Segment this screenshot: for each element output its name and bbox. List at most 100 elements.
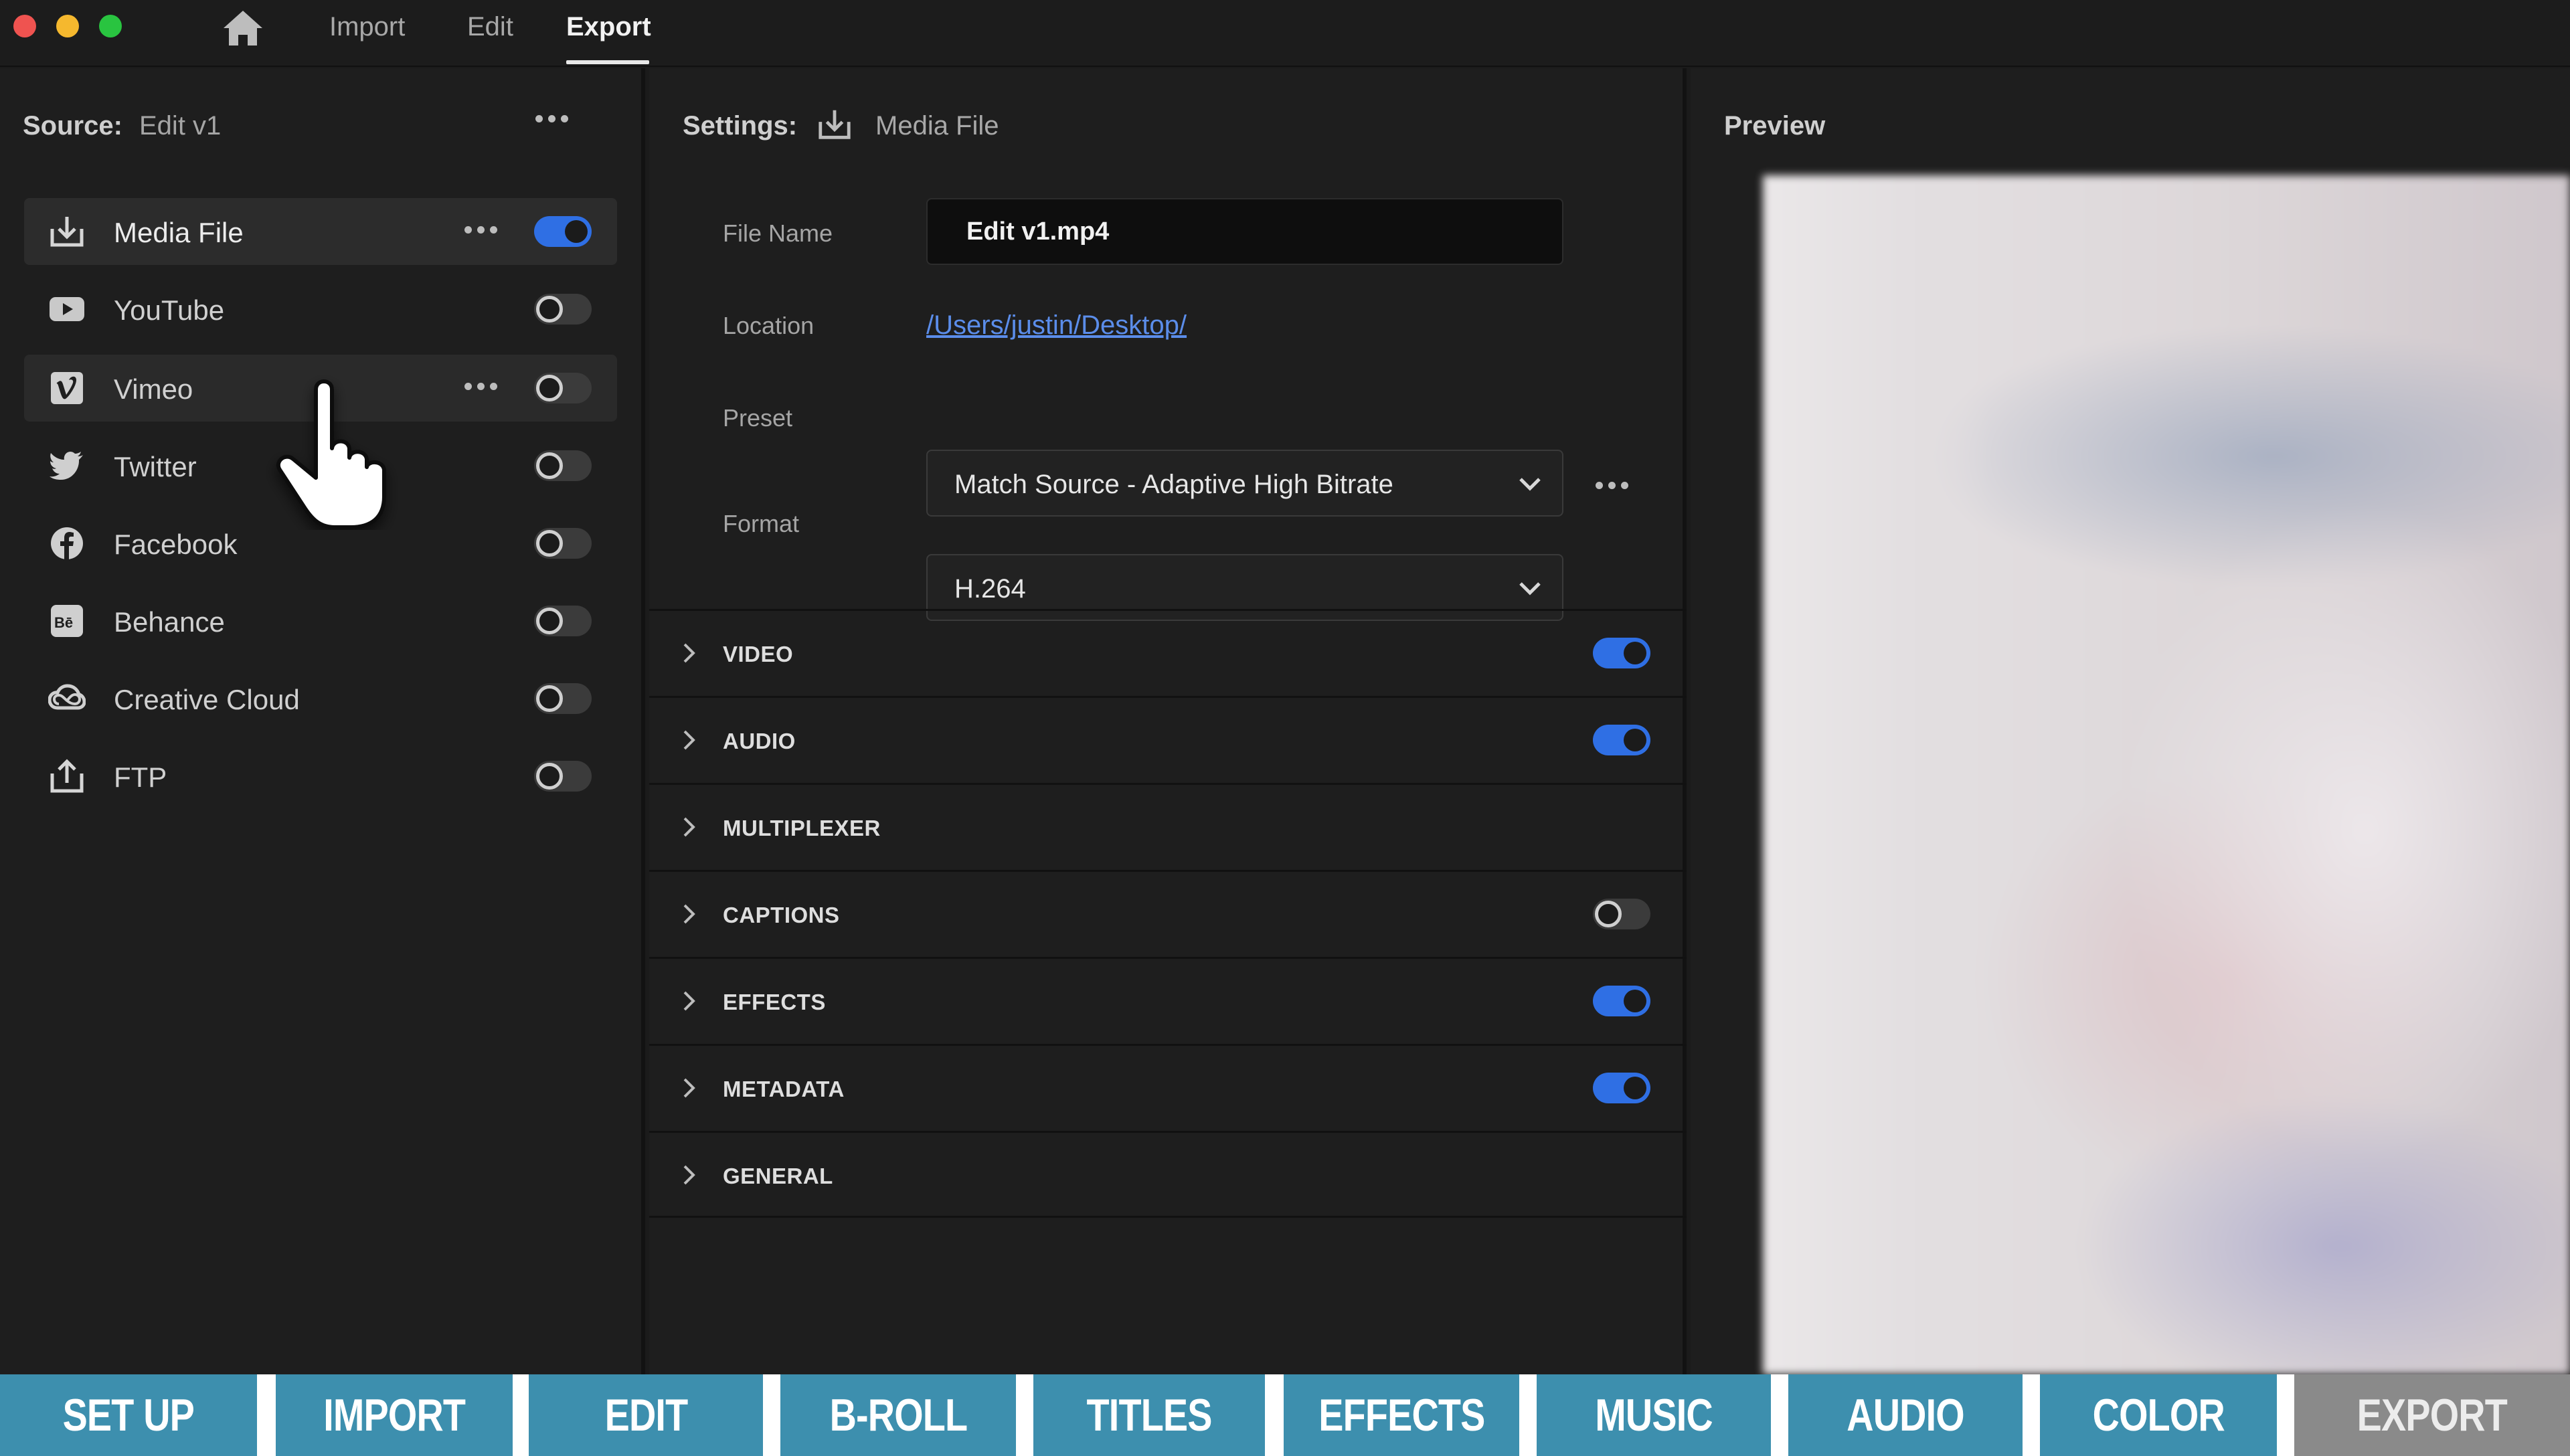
format-value: H.264: [954, 574, 1026, 604]
destination-media-file[interactable]: Media File: [24, 198, 617, 265]
section-toggle[interactable]: [1593, 638, 1650, 668]
preview-panel: Preview: [1691, 68, 2570, 1374]
download-icon: [50, 217, 84, 247]
destination-label: YouTube: [114, 294, 225, 326]
destination-label: FTP: [114, 761, 167, 793]
section-general[interactable]: GENERAL: [649, 1131, 1687, 1218]
settings-sections: VIDEO AUDIO MULTIPLEXER CAPTIONS EFFECTS…: [649, 609, 1687, 1218]
section-toggle[interactable]: [1593, 899, 1650, 929]
preview-image: [1763, 175, 2570, 1374]
section-label: MULTIPLEXER: [723, 816, 881, 840]
destinations-panel: Source: Edit v1 Media File YouTube Vimeo: [0, 68, 645, 1374]
zoom-window-button[interactable]: [99, 15, 122, 37]
destination-label: Twitter: [114, 451, 197, 482]
destination-behance[interactable]: Bē Behance: [24, 587, 617, 654]
destination-creative-cloud[interactable]: Creative Cloud: [24, 665, 617, 732]
section-multiplexer[interactable]: MULTIPLEXER: [649, 783, 1687, 870]
facebook-icon: [51, 527, 83, 559]
destination-toggle[interactable]: [534, 606, 592, 636]
destination-toggle[interactable]: [534, 683, 592, 714]
chevron-right-icon: [683, 643, 695, 663]
section-metadata[interactable]: METADATA: [649, 1044, 1687, 1131]
behance-icon: Bē: [51, 605, 83, 637]
workflow-tab-titles[interactable]: TITLES: [1033, 1374, 1265, 1456]
workflow-tab-import[interactable]: IMPORT: [276, 1374, 513, 1456]
export-settings-panel: Settings: Media File File Name Location …: [649, 68, 1687, 1374]
chevron-down-icon: [1519, 582, 1541, 596]
preview-label: Preview: [1724, 111, 1826, 141]
preset-label: Preset: [723, 404, 793, 432]
top-bar: Import Edit Export: [0, 0, 2570, 67]
chevron-right-icon: [683, 991, 695, 1011]
destination-label: Vimeo: [114, 373, 193, 405]
section-toggle[interactable]: [1593, 1073, 1650, 1103]
preset-more-button[interactable]: [1596, 475, 1628, 495]
destination-toggle[interactable]: [534, 373, 592, 403]
section-label: METADATA: [723, 1077, 845, 1101]
workflow-tab-export[interactable]: EXPORT: [2294, 1374, 2570, 1456]
destination-ftp[interactable]: FTP: [24, 743, 617, 810]
close-window-button[interactable]: [13, 15, 36, 37]
creative-cloud-icon: [48, 684, 86, 710]
destination-label: Facebook: [114, 529, 238, 560]
section-label: VIDEO: [723, 642, 794, 666]
chevron-right-icon: [683, 1165, 695, 1185]
preset-value: Match Source - Adaptive High Bitrate: [954, 470, 1393, 499]
source-more-button[interactable]: [535, 108, 568, 128]
minimize-window-button[interactable]: [56, 15, 79, 37]
destination-more-button[interactable]: [464, 219, 497, 240]
section-effects[interactable]: EFFECTS: [649, 957, 1687, 1044]
section-video[interactable]: VIDEO: [649, 609, 1687, 696]
location-label: Location: [723, 312, 815, 339]
section-captions[interactable]: CAPTIONS: [649, 870, 1687, 957]
source-value: Edit v1: [139, 111, 222, 141]
chevron-right-icon: [683, 904, 695, 924]
chevron-down-icon: [1519, 478, 1541, 491]
destination-label: Behance: [114, 606, 225, 638]
preset-dropdown[interactable]: Match Source - Adaptive High Bitrate: [926, 450, 1563, 517]
workflow-tab-broll[interactable]: B-ROLL: [780, 1374, 1016, 1456]
home-button[interactable]: [221, 8, 265, 48]
tab-edit[interactable]: Edit: [467, 12, 513, 42]
section-label: CAPTIONS: [723, 903, 840, 927]
destination-toggle[interactable]: [534, 450, 592, 481]
destination-toggle[interactable]: [534, 216, 592, 247]
destination-more-button[interactable]: [464, 376, 497, 396]
section-label: AUDIO: [723, 729, 796, 753]
section-label: EFFECTS: [723, 990, 826, 1014]
hand-cursor-icon: [276, 379, 386, 529]
format-label: Format: [723, 510, 800, 537]
workflow-tab-setup[interactable]: SET UP: [0, 1374, 257, 1456]
destination-toggle[interactable]: [534, 294, 592, 325]
file-name-label: File Name: [723, 219, 833, 247]
active-tab-indicator: [566, 60, 649, 64]
source-label: Source:: [23, 111, 122, 141]
destination-youtube[interactable]: YouTube: [24, 276, 617, 343]
tab-import[interactable]: Import: [329, 12, 405, 42]
home-icon: [224, 11, 262, 46]
download-icon: [819, 110, 851, 139]
workflow-tab-edit[interactable]: EDIT: [529, 1374, 763, 1456]
chevron-right-icon: [683, 730, 695, 750]
section-audio[interactable]: AUDIO: [649, 696, 1687, 783]
section-label: GENERAL: [723, 1164, 833, 1188]
twitter-icon: [50, 451, 83, 480]
workflow-tab-audio[interactable]: AUDIO: [1788, 1374, 2023, 1456]
destination-toggle[interactable]: [534, 761, 592, 792]
vimeo-icon: [51, 372, 83, 404]
svg-text:Bē: Bē: [54, 614, 73, 631]
workflow-tab-effects[interactable]: EFFECTS: [1284, 1374, 1519, 1456]
workflow-bar: SET UP IMPORT EDIT B-ROLL TITLES EFFECTS…: [0, 1374, 2570, 1456]
youtube-icon: [50, 297, 84, 321]
workflow-tab-music[interactable]: MUSIC: [1537, 1374, 1771, 1456]
tab-export[interactable]: Export: [566, 12, 651, 42]
settings-label: Settings:: [683, 111, 798, 141]
section-toggle[interactable]: [1593, 725, 1650, 755]
file-name-input[interactable]: [926, 198, 1563, 265]
location-link[interactable]: /Users/justin/Desktop/: [926, 310, 1187, 341]
destination-label: Creative Cloud: [114, 684, 300, 715]
destination-toggle[interactable]: [534, 528, 592, 559]
workflow-tab-color[interactable]: COLOR: [2040, 1374, 2277, 1456]
chevron-right-icon: [683, 817, 695, 837]
section-toggle[interactable]: [1593, 986, 1650, 1016]
